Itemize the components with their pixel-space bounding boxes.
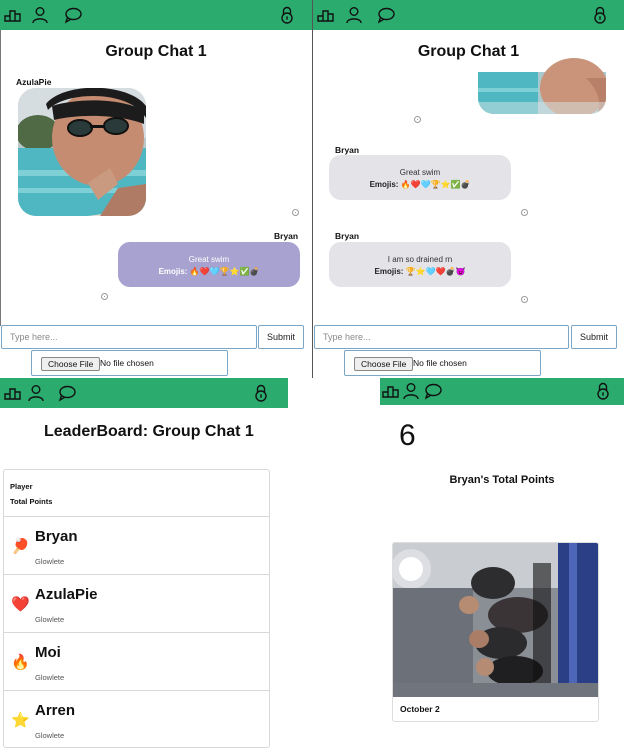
player-rank-title: Glowlete xyxy=(35,731,65,740)
message-sender: Bryan xyxy=(335,145,360,155)
profile-icon[interactable] xyxy=(26,383,46,403)
message-sender: Bryan xyxy=(335,231,360,241)
profile-icon[interactable] xyxy=(401,381,421,401)
player-rank-title: Glowlete xyxy=(35,557,65,566)
reaction-button[interactable] xyxy=(292,209,299,216)
column-header-points: Total Points xyxy=(10,497,53,506)
message-bubble[interactable]: Great swim Emojis: 🔥❤️🩵🏆⭐✅💣 xyxy=(118,242,300,287)
top-nav-bar xyxy=(313,0,624,30)
chat-icon[interactable] xyxy=(63,5,83,25)
message-input[interactable]: Type here... xyxy=(1,325,257,349)
message-text: I am so drained rn xyxy=(387,255,453,264)
player-emoji: ❤️ xyxy=(11,596,30,613)
file-upload-field[interactable]: Choose File No file chosen xyxy=(31,350,228,376)
emoji-list: 🏆⭐🩵❤️💣😈 xyxy=(405,267,466,276)
message-emojis-line: Emojis: 🏆⭐🩵❤️💣😈 xyxy=(329,266,511,278)
leaderboard-row[interactable]: ⭐ Arren Glowlete xyxy=(4,691,269,749)
column-header-player: Player xyxy=(10,482,33,491)
message-emojis-line: Emojis: 🔥❤️🩵🏆⭐✅💣 xyxy=(118,266,300,278)
emoji-label: Emojis: xyxy=(374,267,404,276)
submit-button[interactable]: Submit xyxy=(571,325,617,349)
chat-screen-left: Group Chat 1 AzulaPie Bryan Great swim E… xyxy=(0,0,312,378)
total-points-value: 6 xyxy=(399,419,416,452)
leaderboard-row[interactable]: ❤️ AzulaPie Glowlete xyxy=(4,575,269,633)
player-emoji: 🔥 xyxy=(11,654,30,671)
activity-photo xyxy=(393,543,598,697)
lock-icon[interactable] xyxy=(277,5,297,25)
photo-card[interactable]: October 2 xyxy=(392,542,599,722)
photo-caption: October 2 xyxy=(400,704,440,714)
reaction-button[interactable] xyxy=(521,209,528,216)
player-name: AzulaPie xyxy=(35,586,98,603)
reaction-button[interactable] xyxy=(414,116,421,123)
emoji-label: Emojis: xyxy=(369,180,399,189)
chat-icon[interactable] xyxy=(423,381,443,401)
profile-icon[interactable] xyxy=(30,5,50,25)
message-bubble[interactable]: I am so drained rn Emojis: 🏆⭐🩵❤️💣😈 xyxy=(329,242,511,287)
lock-icon[interactable] xyxy=(590,5,610,25)
file-status: No file chosen xyxy=(413,358,467,368)
lock-icon[interactable] xyxy=(593,381,613,401)
emoji-list: 🔥❤️🩵🏆⭐✅💣 xyxy=(189,267,260,276)
player-emoji: ⭐ xyxy=(11,712,30,729)
emoji-list: 🔥❤️🩵🏆⭐✅💣 xyxy=(400,180,471,189)
leaderboard-icon[interactable] xyxy=(3,5,23,25)
player-name: Arren xyxy=(35,702,76,719)
choose-file-button[interactable]: Choose File xyxy=(41,357,101,371)
leaderboard-row[interactable]: 🔥 Moi Glowlete xyxy=(4,633,269,691)
message-sender: Bryan xyxy=(274,231,299,241)
reaction-button[interactable] xyxy=(101,293,108,300)
top-nav-bar xyxy=(0,378,288,408)
message-bubble[interactable]: Great swim Emojis: 🔥❤️🩵🏆⭐✅💣 xyxy=(329,155,511,200)
divider xyxy=(0,30,1,326)
file-status: No file chosen xyxy=(100,358,154,368)
message-input[interactable]: Type here... xyxy=(314,325,569,349)
submit-button[interactable]: Submit xyxy=(258,325,304,349)
emoji-label: Emojis: xyxy=(158,267,188,276)
message-sender: AzulaPie xyxy=(16,77,52,87)
leaderboard-icon[interactable] xyxy=(316,5,336,25)
choose-file-button[interactable]: Choose File xyxy=(354,357,414,371)
leaderboard-title: LeaderBoard: Group Chat 1 xyxy=(44,423,254,440)
player-emoji: 🏓 xyxy=(11,538,30,555)
player-rank-title: Glowlete xyxy=(35,615,65,624)
top-nav-bar xyxy=(0,0,312,30)
lock-icon[interactable] xyxy=(251,383,271,403)
leaderboard-icon[interactable] xyxy=(381,381,401,401)
profile-icon[interactable] xyxy=(344,5,364,25)
chat-screen-right: Group Chat 1 Bryan Great swim Emojis: 🔥❤… xyxy=(313,0,624,378)
leaderboard-icon[interactable] xyxy=(3,383,23,403)
chat-icon[interactable] xyxy=(376,5,396,25)
message-text: Great swim xyxy=(399,168,441,177)
message-photo[interactable] xyxy=(18,88,146,216)
player-name: Bryan xyxy=(35,528,78,545)
total-points-label: Bryan's Total Points xyxy=(449,474,555,486)
leaderboard-row[interactable]: 🏓 Bryan Glowlete xyxy=(4,517,269,575)
chat-icon[interactable] xyxy=(57,383,77,403)
message-emojis-line: Emojis: 🔥❤️🩵🏆⭐✅💣 xyxy=(329,179,511,191)
player-rank-title: Glowlete xyxy=(35,673,65,682)
table-header: Player Total Points xyxy=(4,470,269,517)
player-name: Moi xyxy=(35,644,61,661)
reaction-button[interactable] xyxy=(521,296,528,303)
file-upload-field[interactable]: Choose File No file chosen xyxy=(344,350,541,376)
leaderboard-table: Player Total Points 🏓 Bryan Glowlete ❤️ … xyxy=(3,469,270,748)
chat-title: Group Chat 1 xyxy=(105,43,207,60)
message-text: Great swim xyxy=(188,255,230,264)
leaderboard-screen: LeaderBoard: Group Chat 1 Player Total P… xyxy=(0,378,290,750)
profile-screen: 6 Bryan's Total Points October 2 xyxy=(380,378,624,750)
message-photo[interactable] xyxy=(478,58,606,114)
top-nav-bar xyxy=(380,378,624,405)
